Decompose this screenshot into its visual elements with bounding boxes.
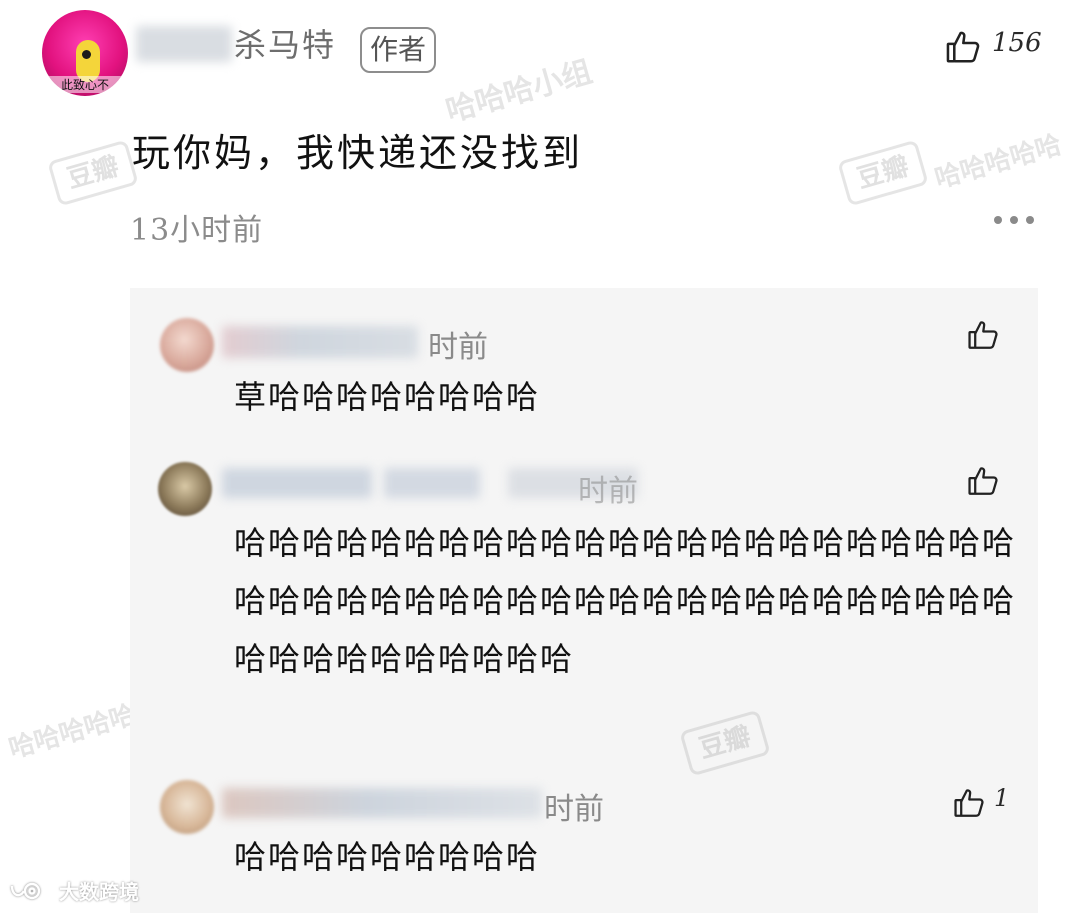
watermark-douban-logo: 豆瓣 <box>837 139 929 207</box>
blurred-reply-username <box>222 326 418 358</box>
reply-avatar[interactable] <box>160 780 214 834</box>
comment-timestamp: 13小时前 <box>130 213 264 248</box>
reply-text: 哈哈哈哈哈哈哈哈哈哈哈哈哈哈哈哈哈哈哈哈哈哈哈哈哈哈哈哈哈哈哈哈哈哈哈哈哈哈哈哈… <box>234 524 1017 678</box>
reply-text: 哈哈哈哈哈哈哈哈哈 <box>234 838 541 876</box>
brand-watermark: 大数跨境 <box>8 876 139 905</box>
watermark-douban-logo: 豆瓣 <box>47 139 139 207</box>
like-count: 156 <box>992 28 1042 58</box>
comment-text: 玩你妈，我快递还没找到 <box>132 131 584 175</box>
blurred-reply-username <box>222 788 542 818</box>
reply-timestamp: 时前 <box>544 792 604 827</box>
reply-avatar[interactable] <box>160 318 214 372</box>
author-avatar[interactable]: 此致心不 <box>42 10 128 96</box>
replies-panel: 时前 草哈哈哈哈哈哈哈哈 时前 哈哈哈哈哈哈哈哈哈哈哈哈哈哈哈哈哈哈哈哈哈哈哈哈… <box>130 288 1038 913</box>
thumbs-up-icon[interactable] <box>966 464 1000 498</box>
watermark-repeat-text: 哈哈哈哈哈 <box>931 129 1065 195</box>
avatar-eye <box>82 50 91 59</box>
reply-timestamp: 时前 <box>578 474 638 509</box>
thumbs-up-icon[interactable] <box>944 28 982 66</box>
douban-comment-screenshot: 哈哈哈小组 豆瓣 豆瓣 哈哈哈哈哈 哈哈哈哈哈 哈哈哈哈哈 此致心不 杀马特 作… <box>0 0 1080 913</box>
reply-timestamp: 时前 <box>428 330 488 365</box>
thumbs-up-icon[interactable] <box>952 786 986 820</box>
blurred-reply-username <box>222 468 372 498</box>
thumbs-up-icon[interactable] <box>966 318 1000 352</box>
reply-like-count: 1 <box>994 784 1010 812</box>
author-name[interactable]: 杀马特 <box>234 20 336 66</box>
reply-text: 草哈哈哈哈哈哈哈哈 <box>234 378 541 416</box>
blurred-username-prefix <box>136 26 232 62</box>
watermark-repeat-text: 哈哈哈哈哈 <box>5 699 139 765</box>
brand-name: 大数跨境 <box>58 880 139 904</box>
blurred-reply-username <box>384 468 480 498</box>
avatar-caption: 此致心不 <box>42 76 128 93</box>
author-tag-badge: 作者 <box>360 27 437 73</box>
more-dots-icon[interactable] <box>994 216 1034 226</box>
brand-logo-icon <box>8 880 48 902</box>
reply-avatar[interactable] <box>158 462 212 516</box>
watermark-group-text: 哈哈哈小组 <box>442 54 597 130</box>
